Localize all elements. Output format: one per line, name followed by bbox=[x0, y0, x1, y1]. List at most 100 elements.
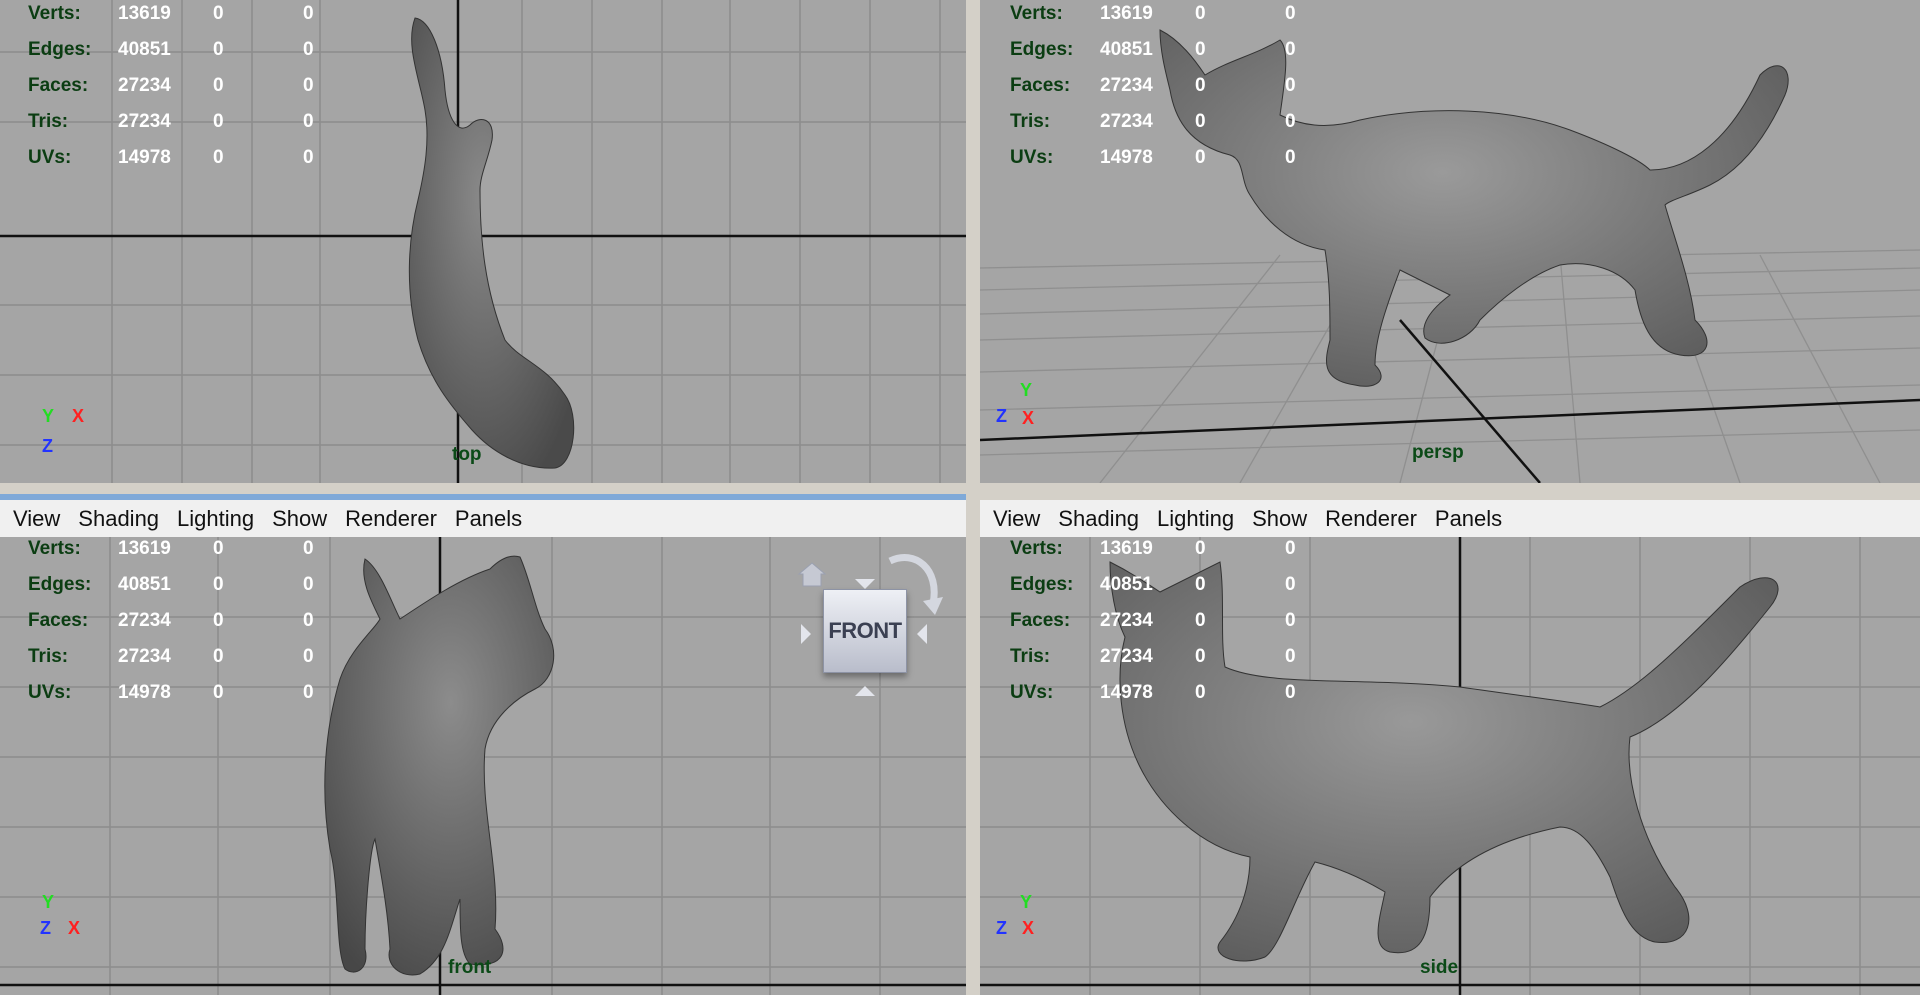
hud-label: UVs: bbox=[1010, 147, 1054, 168]
hud-label: Edges: bbox=[1010, 39, 1074, 60]
hud-value: 0 bbox=[1285, 39, 1296, 60]
menu-shading[interactable]: Shading bbox=[69, 506, 168, 532]
hud-value: 0 bbox=[303, 610, 314, 631]
arrow-right-icon[interactable] bbox=[915, 624, 927, 644]
hud-value: 14978 bbox=[1100, 682, 1153, 703]
hud-row-edges: Edges: 40851 0 0 bbox=[28, 32, 343, 68]
hud-value: 0 bbox=[213, 39, 224, 60]
menu-renderer[interactable]: Renderer bbox=[336, 506, 446, 532]
hud-row-edges: Edges: 40851 0 0 bbox=[1010, 567, 1325, 603]
axis-z-label: Z bbox=[42, 436, 53, 456]
axis-indicator-side: Y Z X bbox=[994, 892, 1054, 952]
hud-label: Faces: bbox=[28, 75, 89, 96]
menu-panels[interactable]: Panels bbox=[1426, 506, 1511, 532]
axis-indicator-top: Y X Z bbox=[34, 400, 94, 460]
camera-label-persp: persp bbox=[1412, 442, 1464, 463]
cat-model-top[interactable] bbox=[370, 10, 600, 470]
hud-value: 13619 bbox=[1100, 538, 1153, 559]
hud-value: 27234 bbox=[1100, 111, 1153, 132]
axis-y-label: Y bbox=[1020, 380, 1033, 400]
hud-value: 0 bbox=[1195, 3, 1206, 24]
viewport-panel-top[interactable]: Y X Z top Verts: 13619 0 0 Edges: 40851 0 0 Fa… bbox=[0, 0, 966, 483]
hud-value: 0 bbox=[1195, 39, 1206, 60]
hud-value: 0 bbox=[1195, 538, 1206, 559]
menu-lighting[interactable]: Lighting bbox=[1148, 506, 1243, 532]
axis-y-label: Y bbox=[1020, 892, 1033, 912]
view-cube-face[interactable]: FRONT bbox=[823, 589, 907, 673]
hud-value: 0 bbox=[303, 574, 314, 595]
hud-value: 0 bbox=[303, 111, 314, 132]
menu-show[interactable]: Show bbox=[263, 506, 336, 532]
hud-value: 0 bbox=[303, 147, 314, 168]
hud-value: 0 bbox=[1285, 111, 1296, 132]
hud-value: 0 bbox=[1285, 75, 1296, 96]
viewport-front[interactable]: FRONT Y Z X front Verts: 13619 0 0 Edges: 40… bbox=[0, 537, 966, 995]
hud-label: Verts: bbox=[28, 538, 81, 559]
hud-row-faces: Faces: 27234 0 0 bbox=[28, 68, 343, 104]
hud-row-tris: Tris: 27234 0 0 bbox=[1010, 104, 1325, 140]
viewport-panel-side[interactable]: View Shading Lighting Show Renderer Pane… bbox=[980, 500, 1920, 995]
hud-label: UVs: bbox=[28, 682, 72, 703]
hud-label: Verts: bbox=[28, 3, 81, 24]
menu-show[interactable]: Show bbox=[1243, 506, 1316, 532]
hud-value: 0 bbox=[303, 75, 314, 96]
hud-value: 14978 bbox=[118, 147, 171, 168]
arrow-left-icon[interactable] bbox=[801, 624, 813, 644]
menu-panels[interactable]: Panels bbox=[446, 506, 531, 532]
hud-label: UVs: bbox=[1010, 682, 1054, 703]
hud-value: 0 bbox=[1285, 538, 1296, 559]
viewport-persp[interactable]: Y Z X persp Verts: 13619 0 0 Edges: 40851 0 0 … bbox=[980, 0, 1920, 483]
hud-value: 0 bbox=[1195, 682, 1206, 703]
axis-z-label: Z bbox=[996, 406, 1007, 426]
hud-value: 40851 bbox=[118, 39, 171, 60]
hud-label: Tris: bbox=[1010, 111, 1051, 132]
hud-value: 0 bbox=[303, 538, 314, 559]
hud-label: Faces: bbox=[1010, 75, 1071, 96]
hud-value: 13619 bbox=[118, 3, 171, 24]
viewport-side[interactable]: Y Z X side Verts: 13619 0 0 Edges: 40851 0 0 F… bbox=[980, 537, 1920, 995]
hud-row-uvs: UVs: 14978 0 0 bbox=[1010, 140, 1325, 176]
hud-value: 27234 bbox=[118, 646, 171, 667]
hud-value: 0 bbox=[1195, 574, 1206, 595]
viewport-top[interactable]: Y X Z top Verts: 13619 0 0 Edges: 40851 0 0 Fa… bbox=[0, 0, 966, 483]
poly-count-hud: Verts: 13619 0 0 Edges: 40851 0 0 Faces: 27234 0… bbox=[1010, 0, 1325, 176]
menu-shading[interactable]: Shading bbox=[1049, 506, 1148, 532]
hud-value: 27234 bbox=[1100, 646, 1153, 667]
hud-value: 0 bbox=[303, 3, 314, 24]
hud-label: Edges: bbox=[1010, 574, 1074, 595]
poly-count-hud: Verts: 13619 0 0 Edges: 40851 0 0 Faces: 27234 0… bbox=[28, 537, 343, 711]
axis-x-label: X bbox=[72, 406, 85, 426]
hud-value: 0 bbox=[1285, 682, 1296, 703]
hud-value: 0 bbox=[303, 682, 314, 703]
hud-row-faces: Faces: 27234 0 0 bbox=[1010, 68, 1325, 104]
arrow-down-icon[interactable] bbox=[855, 684, 875, 696]
hud-row-tris: Tris: 27234 0 0 bbox=[28, 104, 343, 140]
viewport-panel-persp[interactable]: Y Z X persp Verts: 13619 0 0 Edges: 40851 0 0 … bbox=[980, 0, 1920, 483]
hud-value: 0 bbox=[303, 39, 314, 60]
menu-view[interactable]: View bbox=[984, 506, 1049, 532]
camera-label-top: top bbox=[452, 444, 482, 465]
menu-renderer[interactable]: Renderer bbox=[1316, 506, 1426, 532]
axis-x-label: X bbox=[1022, 408, 1035, 428]
hud-value: 14978 bbox=[1100, 147, 1153, 168]
axis-indicator-persp: Y Z X bbox=[994, 380, 1054, 440]
menu-view[interactable]: View bbox=[4, 506, 69, 532]
hud-value: 0 bbox=[1285, 610, 1296, 631]
cat-model-front[interactable] bbox=[320, 549, 650, 989]
hud-value: 0 bbox=[213, 646, 224, 667]
hud-value: 0 bbox=[1285, 646, 1296, 667]
hud-value: 0 bbox=[1285, 147, 1296, 168]
menu-lighting[interactable]: Lighting bbox=[168, 506, 263, 532]
hud-row-uvs: UVs: 14978 0 0 bbox=[28, 675, 343, 711]
viewport-panel-front[interactable]: View Shading Lighting Show Renderer Pane… bbox=[0, 500, 966, 995]
view-cube[interactable]: FRONT bbox=[795, 549, 943, 699]
home-icon[interactable] bbox=[795, 559, 829, 589]
hud-value: 40851 bbox=[1100, 574, 1153, 595]
hud-row-edges: Edges: 40851 0 0 bbox=[1010, 32, 1325, 68]
hud-label: Verts: bbox=[1010, 538, 1063, 559]
hud-row-verts: Verts: 13619 0 0 bbox=[28, 537, 343, 567]
hud-row-verts: Verts: 13619 0 0 bbox=[28, 0, 343, 32]
hud-label: Faces: bbox=[1010, 610, 1071, 631]
hud-value: 27234 bbox=[118, 111, 171, 132]
hud-value: 40851 bbox=[1100, 39, 1153, 60]
